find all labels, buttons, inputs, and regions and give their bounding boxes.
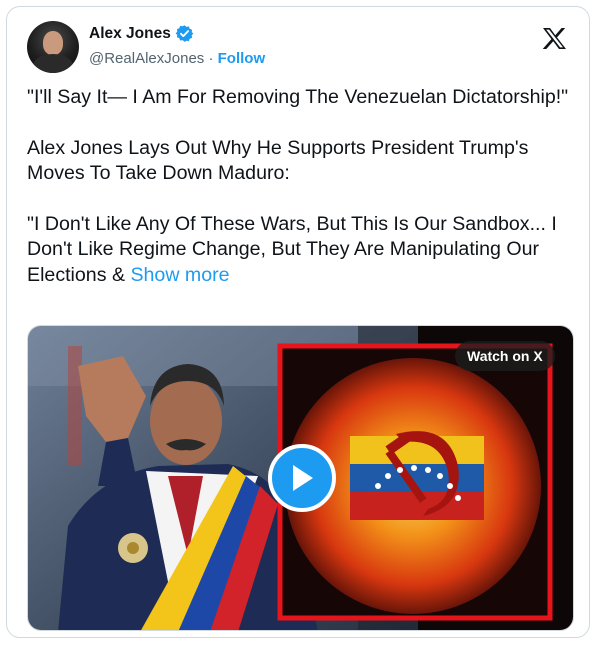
- tweet-paragraph-last: "I Don't Like Any Of These Wars, But Thi…: [27, 212, 577, 289]
- video-thumbnail[interactable]: Watch on X: [27, 325, 574, 631]
- tweet-card: Alex Jones @RealAlexJones · Follow "I'll…: [6, 6, 590, 638]
- play-button[interactable]: [268, 444, 336, 512]
- tweet-paragraph: "I'll Say It— I Am For Removing The Vene…: [27, 86, 569, 108]
- tweet-paragraph: Alex Jones Lays Out Why He Supports Pres…: [27, 136, 529, 185]
- author-handle[interactable]: @RealAlexJones: [89, 50, 204, 67]
- tweet-last-text: "I Don't Like Any Of These Wars, But Thi…: [27, 212, 557, 286]
- watch-on-x-label[interactable]: Watch on X: [455, 341, 555, 371]
- tweet-text: "I'll Say It— I Am For Removing The Vene…: [27, 85, 577, 288]
- show-more-link[interactable]: Show more: [130, 264, 229, 286]
- avatar-face: [43, 31, 63, 55]
- play-icon: [293, 465, 313, 491]
- follow-button[interactable]: Follow: [218, 50, 266, 67]
- avatar[interactable]: [27, 21, 79, 73]
- separator-dot: ·: [208, 50, 214, 67]
- avatar-shoulders: [33, 54, 73, 73]
- x-logo-icon[interactable]: [542, 27, 567, 55]
- author-name[interactable]: Alex Jones: [89, 25, 171, 43]
- verified-badge-icon: [175, 24, 194, 43]
- author-name-row: Alex Jones: [89, 24, 194, 43]
- author-handle-row: @RealAlexJones · Follow: [89, 50, 265, 67]
